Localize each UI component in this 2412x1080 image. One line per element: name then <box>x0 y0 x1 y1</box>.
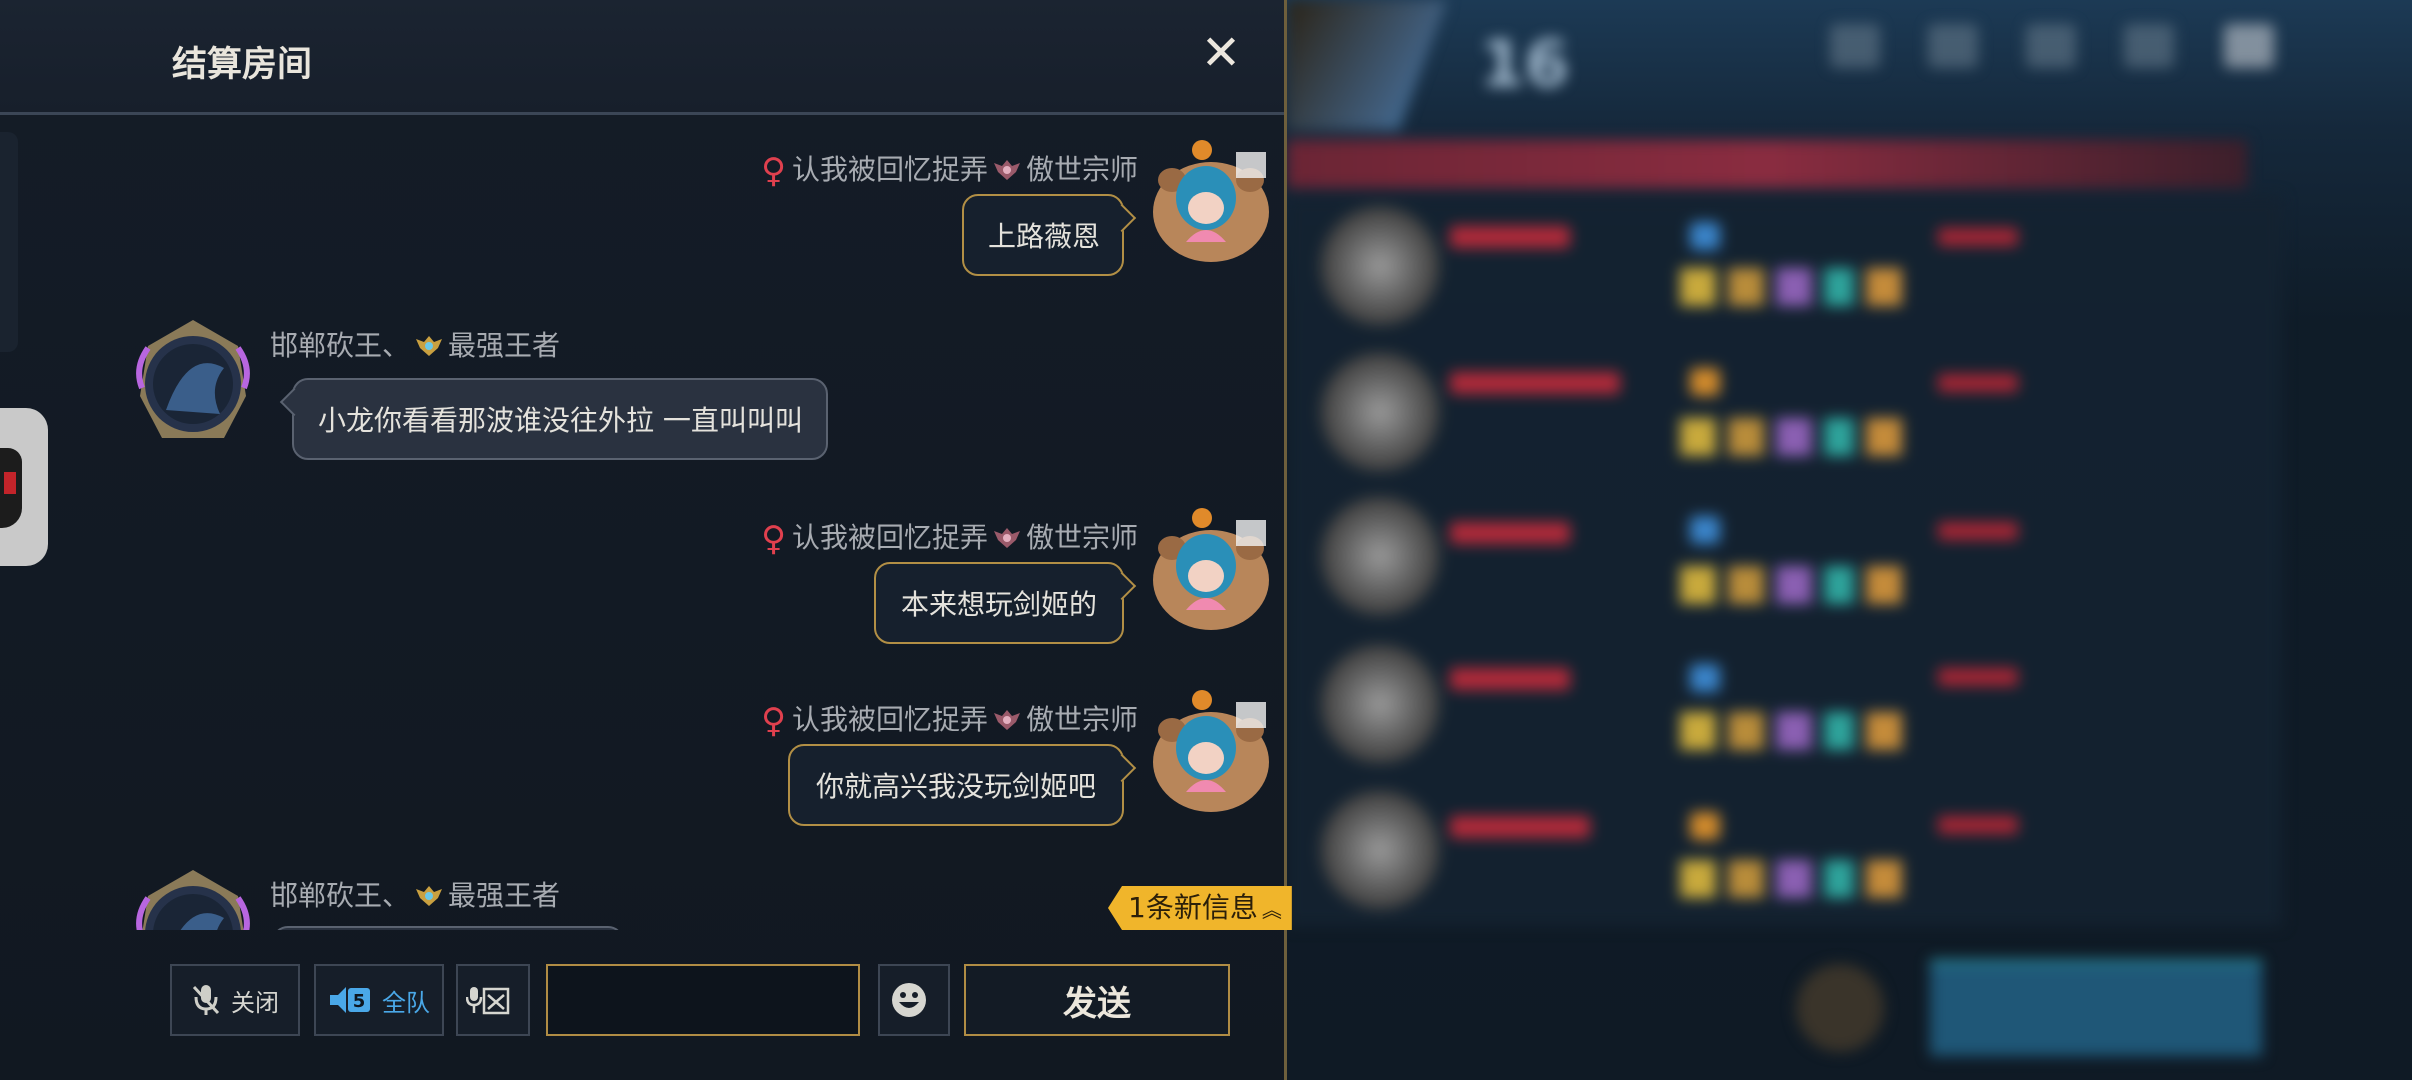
player-avatar-icon[interactable] <box>1146 688 1276 818</box>
female-icon: ♀ <box>761 519 786 559</box>
grandmaster-badge-icon <box>993 160 1020 180</box>
player-avatar-icon[interactable] <box>128 318 258 448</box>
emoji-icon <box>892 983 926 1017</box>
mic-toggle-button[interactable]: 关闭 <box>170 964 300 1036</box>
player-items <box>1680 860 1980 898</box>
chat-input[interactable] <box>546 964 860 1036</box>
player-name <box>1450 372 1620 394</box>
player-avatar <box>1320 352 1440 472</box>
player-avatar <box>1320 790 1440 910</box>
new-message-button[interactable]: 1条新信息 ︽ <box>1108 886 1292 930</box>
grandmaster-badge-icon <box>993 528 1020 548</box>
panel-title: 结算房间 <box>172 45 313 85</box>
speaker-icon: 5 <box>330 987 370 1013</box>
player-rating <box>1938 668 2018 686</box>
player-name <box>1450 226 1570 248</box>
player-avatar <box>1320 496 1440 616</box>
player-avatar <box>1320 206 1440 326</box>
team-header-bar <box>1287 140 2247 188</box>
player-stat <box>1690 516 1720 544</box>
player-items <box>1680 268 1980 306</box>
scoreboard-icon <box>2224 24 2274 68</box>
emoji-button[interactable] <box>878 964 950 1036</box>
team-voice-button[interactable]: 5 全队 <box>314 964 444 1036</box>
message-sender: 邯郸砍王、 最强王者 <box>270 329 561 362</box>
challenger-badge-icon <box>416 336 443 356</box>
player-avatar-icon[interactable] <box>128 868 258 930</box>
chat-bubble: 你就高兴我没玩剑姬吧 <box>788 744 1137 826</box>
message-sender: ♀ 认我被回忆捉弄 傲世宗师 <box>761 701 1138 741</box>
message-sender: 邯郸砍王、 最强王者 <box>270 879 561 912</box>
team-score: 16 <box>1480 28 1570 102</box>
message-sender: ♀ 认我被回忆捉弄 傲世宗师 <box>761 519 1138 559</box>
player-avatar-icon[interactable] <box>1146 138 1276 268</box>
scoreboard-icon <box>1928 24 1978 68</box>
player-items <box>1680 566 1980 604</box>
player-stat <box>1690 812 1720 840</box>
player-rating <box>1938 816 2018 834</box>
chat-bubble: 小龙你看看那波谁没往外拉 一直叫叫叫 <box>279 378 828 460</box>
settlement-room-panel: 结算房间 ✕ ♀ 认我被回忆捉弄 傲世宗师 上路薇恩 邯郸砍王、 最强王者 小龙… <box>0 0 1292 1080</box>
player-name <box>1450 668 1570 690</box>
player-stat <box>1690 222 1720 250</box>
scoreboard-icon <box>2026 24 2076 68</box>
mic-off-icon <box>192 985 220 1015</box>
grandmaster-badge-icon <box>993 710 1020 730</box>
player-avatar-icon[interactable] <box>1146 506 1276 636</box>
player-items <box>1680 418 1980 456</box>
play-again-button <box>1930 960 2262 1056</box>
scoreboard-icon <box>2124 24 2174 68</box>
message-sender: ♀ 认我被回忆捉弄 傲世宗师 <box>761 151 1138 191</box>
voice-to-text-icon <box>466 987 510 1015</box>
close-icon[interactable]: ✕ <box>1196 28 1246 78</box>
player-name <box>1450 522 1570 544</box>
player-stat <box>1690 368 1720 396</box>
chat-bubble: 上路薇恩 <box>962 194 1137 276</box>
scoreboard-icon <box>1830 24 1880 68</box>
player-rating <box>1938 522 2018 540</box>
svg-text:5: 5 <box>353 991 366 1012</box>
send-button[interactable]: 发送 <box>964 964 1230 1036</box>
female-icon: ♀ <box>761 701 786 741</box>
voice-to-text-button[interactable] <box>456 964 530 1036</box>
player-rating <box>1938 228 2018 246</box>
player-avatar <box>1320 644 1440 764</box>
challenger-badge-icon <box>416 886 443 906</box>
chat-list[interactable]: ♀ 认我被回忆捉弄 傲世宗师 上路薇恩 邯郸砍王、 最强王者 小龙你看看那波谁没… <box>0 112 1284 930</box>
player-rating <box>1938 374 2018 392</box>
player-stat <box>1690 664 1720 692</box>
player-name <box>1450 816 1590 838</box>
chat-bubble <box>272 926 624 930</box>
double-chevron-up-icon: ︽ <box>1261 898 1282 922</box>
panel-header: 结算房间 ✕ <box>0 0 1284 115</box>
player-items <box>1680 712 1980 750</box>
chat-bubble: 本来想玩剑姬的 <box>874 562 1137 644</box>
home-button <box>1796 964 1884 1052</box>
female-icon: ♀ <box>761 151 786 191</box>
